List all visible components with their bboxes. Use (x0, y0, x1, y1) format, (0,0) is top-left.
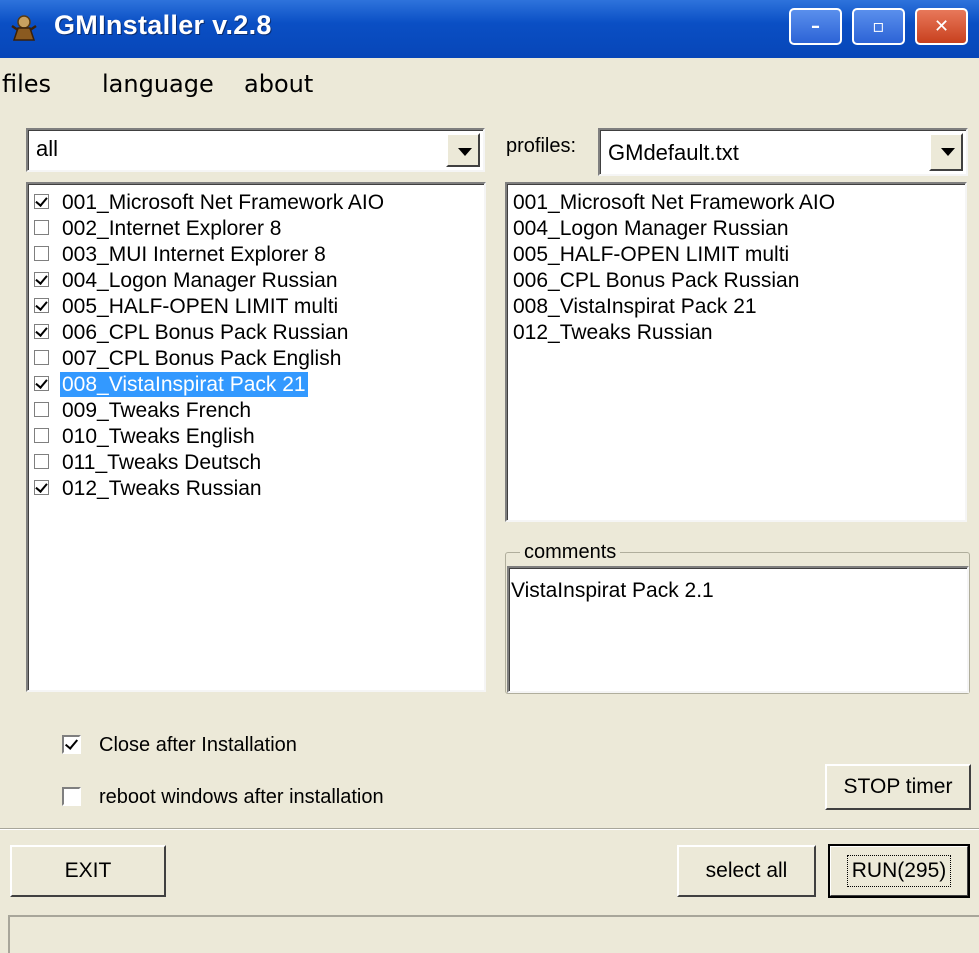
packages-list[interactable]: 001_Microsoft Net Framework AIO 002_Inter… (26, 182, 486, 692)
exit-button[interactable]: EXIT (10, 845, 166, 897)
filter-value: all (36, 136, 59, 161)
window-title: GMInstaller v.2.8 (54, 10, 272, 40)
package-checkbox[interactable] (34, 194, 49, 209)
package-label: 005_HALF-OPEN LIMIT multi (62, 295, 339, 318)
package-label: 001_Microsoft Net Framework AIO (62, 191, 385, 214)
profiles-combo[interactable]: GMdefault.txt (598, 128, 968, 176)
package-checkbox[interactable] (34, 220, 49, 235)
package-checkbox[interactable] (34, 272, 49, 287)
close-after-installation-label: Close after Installation (99, 734, 297, 756)
package-label: 011_Tweaks Deutsch (62, 451, 262, 474)
package-label: 012_Tweaks Russian (62, 477, 262, 500)
package-label: 004_Logon Manager Russian (62, 269, 338, 292)
select-all-button[interactable]: select all (677, 845, 816, 897)
package-checkbox[interactable] (34, 324, 49, 339)
package-checkbox[interactable] (34, 298, 49, 313)
package-checkbox[interactable] (34, 246, 49, 261)
menu-bar: files language about (0, 58, 979, 108)
filter-combo[interactable]: all (26, 128, 485, 172)
chevron-down-icon (458, 148, 472, 156)
package-label: 008_VistaInspirat Pack 21 (60, 372, 308, 397)
profiles-dropdown-button[interactable] (929, 133, 963, 171)
profile-items-list[interactable]: 001_Microsoft Net Framework AIO 004_Logon… (505, 182, 967, 522)
maximize-button[interactable]: ▫ (852, 8, 905, 45)
profile-item[interactable]: 008_VistaInspirat Pack 21 (513, 294, 757, 319)
package-checkbox[interactable] (34, 402, 49, 417)
minimize-button[interactable]: – (789, 8, 842, 45)
status-bar (8, 915, 979, 953)
package-checkbox[interactable] (34, 454, 49, 469)
profile-item[interactable]: 012_Tweaks Russian (513, 320, 713, 345)
reboot-label: reboot windows after installation (99, 786, 384, 808)
run-button[interactable]: RUN(295) (828, 844, 970, 898)
app-icon (11, 15, 37, 41)
profiles-label: profiles: (506, 135, 577, 157)
minimize-icon: – (811, 16, 820, 37)
close-after-installation-checkbox[interactable] (62, 735, 81, 754)
package-label: 003_MUI Internet Explorer 8 (62, 243, 326, 266)
package-checkbox[interactable] (34, 428, 49, 443)
menu-files[interactable]: files (2, 70, 51, 98)
comments-box[interactable]: VistaInspirat Pack 2.1 (507, 566, 969, 693)
package-label: 010_Tweaks English (62, 425, 255, 448)
separator (0, 828, 979, 830)
run-button-label: RUN(295) (846, 855, 952, 887)
title-bar[interactable]: GMInstaller v.2.8 – ▫ ✕ (0, 0, 979, 58)
menu-language[interactable]: language (102, 70, 214, 98)
close-window-button[interactable]: ✕ (915, 8, 968, 45)
profiles-value: GMdefault.txt (608, 140, 739, 165)
package-checkbox[interactable] (34, 350, 49, 365)
maximize-icon: ▫ (872, 16, 885, 37)
close-icon: ✕ (933, 16, 950, 37)
profile-item[interactable]: 005_HALF-OPEN LIMIT multi (513, 242, 789, 267)
filter-dropdown-button[interactable] (446, 133, 480, 167)
comments-label: comments (520, 541, 621, 564)
package-label: 007_CPL Bonus Pack English (62, 347, 342, 370)
profile-item[interactable]: 006_CPL Bonus Pack Russian (513, 268, 799, 293)
comments-text: VistaInspirat Pack 2.1 (511, 579, 714, 602)
package-checkbox[interactable] (34, 480, 49, 495)
chevron-down-icon (941, 148, 955, 156)
reboot-checkbox[interactable] (62, 787, 81, 806)
menu-about[interactable]: about (244, 70, 313, 98)
package-label: 009_Tweaks French (62, 399, 252, 422)
package-label: 006_CPL Bonus Pack Russian (62, 321, 349, 344)
profile-item[interactable]: 004_Logon Manager Russian (513, 216, 789, 241)
package-checkbox[interactable] (34, 376, 49, 391)
package-label: 002_Internet Explorer 8 (62, 217, 282, 240)
profile-item[interactable]: 001_Microsoft Net Framework AIO (513, 190, 835, 215)
stop-timer-button[interactable]: STOP timer (825, 764, 971, 810)
